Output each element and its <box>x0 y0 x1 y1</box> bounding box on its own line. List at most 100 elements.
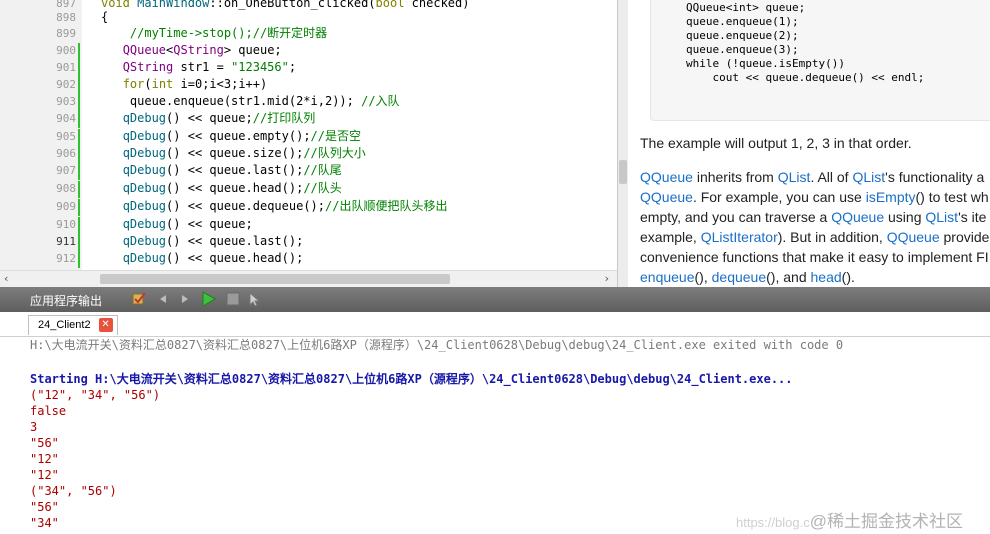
doc-link[interactable]: QList <box>925 209 958 225</box>
watermark: https://blog.c@稀土掘金技术社区 <box>736 512 963 531</box>
doc-link[interactable]: QListIterator <box>701 229 778 245</box>
doc-text: inherits from <box>692 169 778 185</box>
code-line[interactable]: qDebug() << queue.dequeue();//出队顺便把队头移出 <box>101 199 448 214</box>
doc-text: 's functionality a <box>885 169 985 185</box>
code-line[interactable]: qDebug() << queue.size();//队列大小 <box>101 146 366 161</box>
doc-text: (). <box>841 269 855 285</box>
doc-paragraph-line: convenience functions that make it easy … <box>640 247 989 267</box>
change-marker <box>78 217 80 234</box>
doc-text: ). But in addition, <box>777 229 887 245</box>
code-token: > queue; <box>223 43 282 57</box>
code-line[interactable]: qDebug() << queue.last();//队尾 <box>101 163 342 178</box>
doc-link[interactable]: QList <box>852 169 885 185</box>
code-line[interactable]: //myTime->stop();//断开定时器 <box>101 26 327 41</box>
code-line[interactable]: qDebug() << queue.head();//队头 <box>101 181 342 196</box>
run-icon[interactable] <box>200 291 216 307</box>
code-line[interactable]: queue.enqueue(str1.mid(2*i,2)); //入队 <box>101 94 400 109</box>
line-number: 908 <box>56 182 76 195</box>
doc-text: () to test wh <box>915 189 989 205</box>
code-token: int <box>151 77 174 91</box>
code-token: MainWindow <box>137 0 210 10</box>
code-token: ::on_OneButton_clicked( <box>209 0 376 10</box>
close-icon[interactable]: ✕ <box>98 318 113 332</box>
code-line[interactable]: qDebug() << queue.last(); <box>101 234 304 249</box>
code-line[interactable]: qDebug() << queue;//打印队列 <box>101 111 316 126</box>
editor-horizontal-scrollbar[interactable]: ‹ › <box>0 270 617 287</box>
code-line[interactable]: QQueue<QString> queue; <box>101 43 282 58</box>
code-token: //入队 <box>361 94 400 108</box>
doc-link[interactable]: QQueue <box>831 209 884 225</box>
doc-text: (), and <box>766 269 811 285</box>
snippet-line: queue.enqueue(1); <box>686 15 799 28</box>
doc-paragraph-line: empty, and you can traverse a QQueue usi… <box>640 207 986 227</box>
code-token: qDebug <box>122 234 167 248</box>
snippet-line: cout << queue.dequeue() << endl; <box>686 71 925 84</box>
scrollbar-thumb[interactable] <box>100 274 450 284</box>
tab-24-client2[interactable]: 24_Client2 ✕ <box>28 315 118 335</box>
change-marker <box>78 129 80 146</box>
code-token: checked) <box>411 0 470 10</box>
line-number: 900 <box>56 44 76 57</box>
code-token: () << queue.last(); <box>166 234 304 248</box>
change-marker <box>78 163 80 180</box>
code-token: ( <box>144 77 152 91</box>
doc-link[interactable]: QList <box>778 169 811 185</box>
code-token: //出队顺便把队头移出 <box>325 199 448 213</box>
code-token: () << queue.empty(); <box>166 129 311 143</box>
snippet-line: queue.enqueue(3); <box>686 43 799 56</box>
output-pane-toolbar: 应用程序输出 <box>0 287 990 312</box>
line-number-gutter: 897 898 899 900 901 902 903 904 905 906 907 908 909 9… <box>0 0 82 282</box>
doc-output-sentence: The example will output 1, 2, 3 in that … <box>640 135 912 151</box>
doc-link[interactable]: QQueue <box>887 229 940 245</box>
code-line[interactable]: void MainWindow::on_OneButton_clicked(bo… <box>101 0 469 11</box>
code-token: i=0;i<3;i++) <box>173 77 268 91</box>
doc-link[interactable]: dequeue <box>712 269 767 285</box>
snippet-line: while (!queue.isEmpty()) <box>686 57 845 70</box>
scroll-left-icon[interactable]: ‹ <box>4 272 8 285</box>
output-line: "12" <box>30 452 59 466</box>
code-line[interactable]: for(int i=0;i<3;i++) <box>101 77 268 92</box>
change-marker <box>78 60 80 77</box>
code-token: QString <box>122 60 174 74</box>
doc-link[interactable]: QQueue <box>640 189 693 205</box>
doc-paragraph-line: QQueue inherits from QList. All of QList… <box>640 167 984 187</box>
line-number: 911 <box>56 235 76 248</box>
code-token: QQueue <box>122 43 167 57</box>
filter-icon[interactable] <box>131 291 147 307</box>
line-number: 899 <box>56 27 76 40</box>
code-line[interactable]: QString str1 = "123456"; <box>101 60 296 75</box>
scrollbar-thumb[interactable] <box>619 160 627 184</box>
scroll-right-icon[interactable]: › <box>605 272 609 285</box>
doc-text: using <box>884 209 926 225</box>
code-token: () << queue.size(); <box>166 146 304 160</box>
doc-vertical-scrollbar[interactable] <box>618 0 628 287</box>
output-line: "56" <box>30 436 59 450</box>
attach-icon[interactable] <box>247 291 263 307</box>
code-token: qDebug <box>122 146 167 160</box>
code-editor[interactable]: 897 898 899 900 901 902 903 904 905 906 907 908 909 9… <box>0 0 618 287</box>
code-line[interactable]: qDebug() << queue; <box>101 217 253 232</box>
doc-link[interactable]: isEmpty <box>866 189 916 205</box>
code-token: ; <box>288 60 297 74</box>
doc-text: . All of <box>810 169 853 185</box>
change-marker <box>78 146 80 163</box>
code-line[interactable]: qDebug() << queue.empty();//是否空 <box>101 129 361 144</box>
doc-link[interactable]: enqueue <box>640 269 695 285</box>
code-line[interactable]: qDebug() << queue.head(); <box>101 251 304 266</box>
stop-icon[interactable] <box>225 291 241 307</box>
next-icon[interactable] <box>177 291 193 307</box>
doc-link[interactable]: head <box>811 269 842 285</box>
code-line[interactable]: { <box>101 10 108 25</box>
doc-text: empty, and you can traverse a <box>640 209 832 225</box>
code-token: qDebug <box>122 251 167 265</box>
change-marker <box>78 251 80 268</box>
code-token: QString <box>173 43 224 57</box>
line-number: 910 <box>56 218 76 231</box>
doc-link[interactable]: QQueue <box>640 169 693 185</box>
prev-icon[interactable] <box>155 291 171 307</box>
output-line: "12" <box>30 468 59 482</box>
